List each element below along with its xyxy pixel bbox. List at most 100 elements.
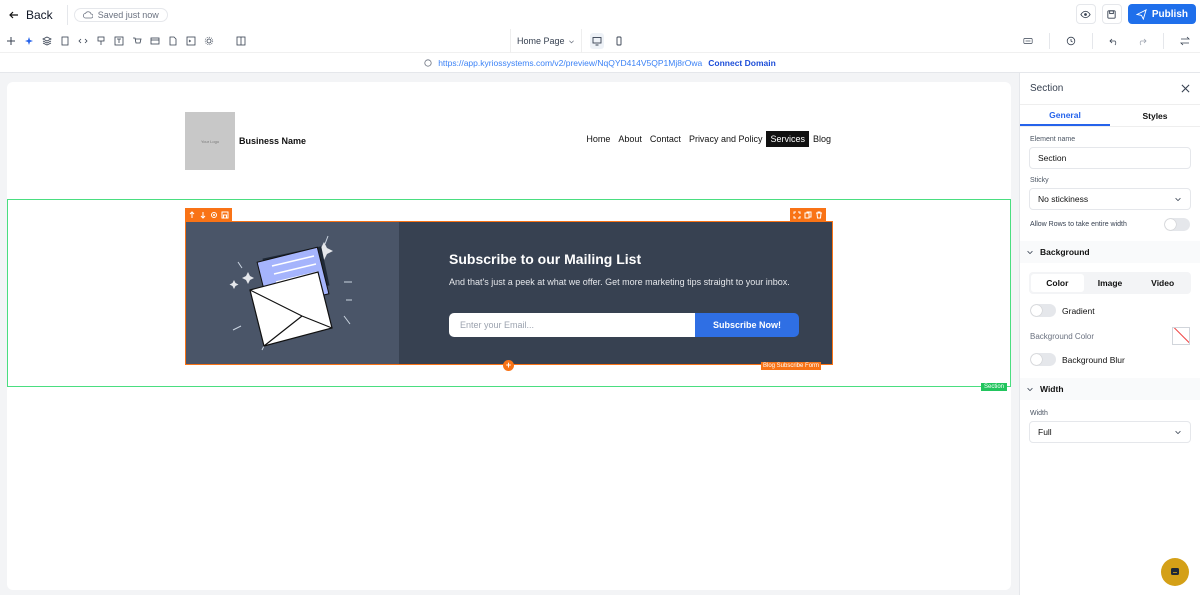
panel-title: Section [1030,83,1064,94]
nav-home[interactable]: Home [582,131,614,147]
save-icon[interactable] [221,211,229,219]
saved-status-text: Saved just now [97,9,159,20]
envelope-icon [229,235,352,351]
floppy-icon [1107,9,1116,19]
element-type-tag: Blog Subscribe Form [761,362,822,370]
gradient-label: Gradient [1062,305,1095,316]
subscribe-form-block[interactable]: Subscribe to our Mailing List And that's… [185,221,833,365]
file-icon[interactable] [168,36,178,46]
nav-blog[interactable]: Blog [809,131,835,147]
email-input[interactable]: Enter your Email... [449,313,695,337]
tab-general[interactable]: General [1020,105,1110,126]
arrow-down-icon[interactable] [199,211,207,219]
width-value: Full [1038,427,1052,437]
bg-color-swatch[interactable] [1172,327,1190,345]
plus-icon[interactable] [6,36,16,46]
subscribe-button[interactable]: Subscribe Now! [695,313,799,337]
layers-icon[interactable] [42,36,52,46]
publish-label: Publish [1151,8,1188,20]
gear-icon[interactable] [210,211,218,219]
add-element-button[interactable]: + [503,360,514,371]
width-select[interactable]: Full [1029,421,1191,443]
send-icon [1135,8,1147,20]
nav-privacy[interactable]: Privacy and Policy [685,131,767,147]
site-header[interactable]: Your Logo Business Name Home About Conta… [185,112,835,170]
cart-icon[interactable] [132,36,142,46]
bg-blur-toggle[interactable] [1030,353,1056,366]
bg-tab-color[interactable]: Color [1031,274,1084,292]
save-button[interactable] [1101,4,1122,24]
element-name-input[interactable]: Section [1029,147,1191,169]
redo-icon[interactable] [1135,36,1149,46]
background-type-tabs: Color Image Video [1029,272,1191,294]
publish-button[interactable]: Publish [1127,4,1196,24]
logo-placeholder[interactable]: Your Logo [185,112,235,170]
terminal-icon[interactable] [186,36,196,46]
text-icon[interactable] [114,36,124,46]
sticky-select[interactable]: No stickiness [1029,188,1191,210]
phone-icon [616,36,622,46]
site-nav: Home About Contact Privacy and Policy Se… [582,131,835,147]
close-icon[interactable] [1181,84,1190,93]
allow-rows-row: Allow Rows to take entire width [1020,218,1200,231]
arrow-up-icon[interactable] [188,210,196,219]
divider [1092,33,1093,49]
settings-icon[interactable] [204,36,214,46]
code-icon[interactable] [78,36,88,46]
bg-tab-video[interactable]: Video [1136,274,1189,292]
chevron-down-icon [1027,250,1033,255]
expand-icon[interactable] [793,211,801,219]
copy-icon[interactable] [804,211,812,219]
page-name: Home Page [517,36,565,46]
chat-support-button[interactable] [1161,558,1189,586]
tab-styles[interactable]: Styles [1110,105,1200,126]
desktop-view-button[interactable] [590,33,604,49]
bg-tab-image[interactable]: Image [1084,274,1137,292]
panel-header: Section [1020,73,1200,105]
width-accordion[interactable]: Width [1020,378,1200,400]
page-icon[interactable] [60,36,70,46]
gradient-row: Gradient [1020,304,1200,317]
background-heading: Background [1040,247,1090,257]
editor-canvas: Your Logo Business Name Home About Conta… [0,73,1019,595]
preview-url-link[interactable]: https://app.kyriossystems.com/v2/preview… [438,58,702,68]
background-accordion[interactable]: Background [1020,241,1200,263]
panel-tabs: General Styles [1020,105,1200,127]
subscribe-title: Subscribe to our Mailing List [449,251,642,267]
nav-contact[interactable]: Contact [646,131,685,147]
history-icon[interactable] [1064,36,1078,46]
preview-button[interactable] [1075,4,1096,24]
saved-status-badge: Saved just now [73,7,168,22]
divider [1163,33,1164,49]
business-name[interactable]: Business Name [239,136,306,146]
allow-rows-toggle[interactable] [1164,218,1190,231]
row-actions-toolbar [790,208,826,221]
nav-about[interactable]: About [614,131,646,147]
bg-color-label: Background Color [1030,331,1095,341]
swap-icon[interactable] [1178,36,1192,46]
page-canvas: Your Logo Business Name Home About Conta… [7,82,1011,590]
page-selector[interactable]: Home Page [510,29,582,53]
browser-icon[interactable] [150,36,160,46]
undo-icon[interactable] [1107,36,1121,46]
trash-icon[interactable] [815,211,823,219]
element-name-label: Element name [1030,136,1076,143]
connect-domain-link[interactable]: Connect Domain [708,58,776,68]
chat-icon [1171,568,1179,575]
nav-services[interactable]: Services [766,131,809,147]
allow-rows-label: Allow Rows to take entire width [1030,221,1127,228]
monitor-icon [592,37,602,46]
logo-placeholder-text: Your Logo [200,138,220,144]
mobile-view-button[interactable] [612,33,626,49]
keyboard-icon[interactable] [1021,36,1035,46]
properties-panel: Section General Styles Element name Sect… [1019,73,1200,595]
back-button[interactable]: Back [0,0,61,29]
sparkle-icon[interactable] [24,36,34,46]
bg-blur-label: Background Blur [1062,354,1125,365]
columns-icon[interactable] [236,36,246,46]
back-label: Back [26,7,53,22]
globe-icon [424,58,432,67]
gradient-toggle[interactable] [1030,304,1056,317]
chevron-down-icon [1175,430,1181,435]
paint-icon[interactable] [96,36,106,46]
